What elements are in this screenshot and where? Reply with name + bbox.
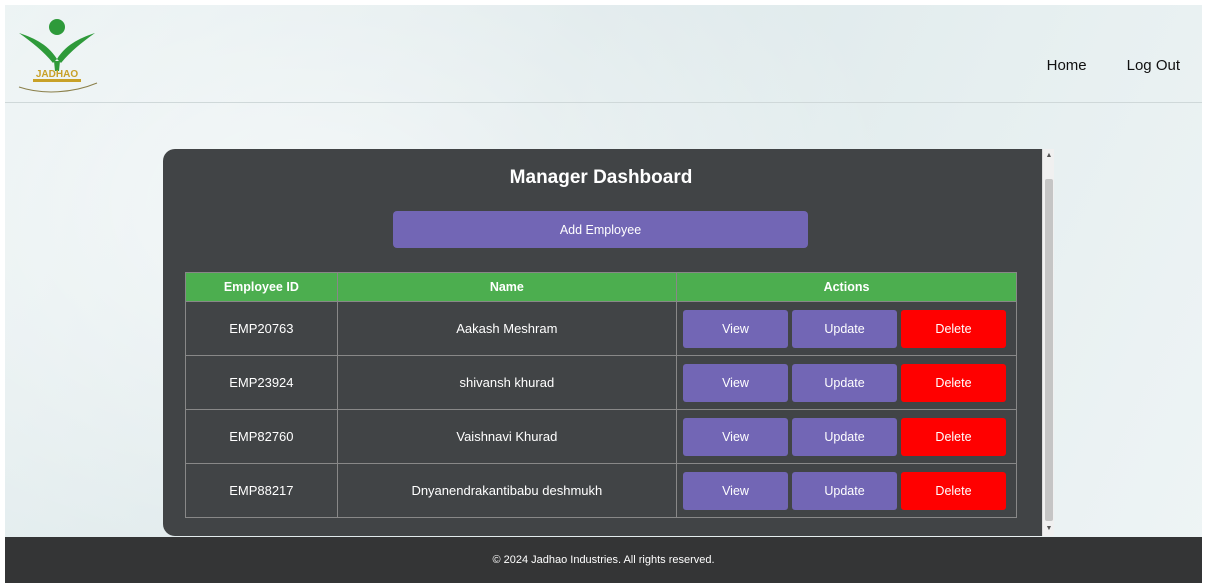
employee-id-cell: EMP20763 bbox=[185, 301, 338, 356]
logo-text: JADHAO bbox=[36, 69, 78, 80]
delete-button[interactable]: Delete bbox=[901, 309, 1006, 348]
nav-logout-link[interactable]: Log Out bbox=[1127, 57, 1180, 74]
scroll-thumb[interactable] bbox=[1045, 179, 1053, 521]
footer: © 2024 Jadhao Industries. All rights res… bbox=[5, 537, 1202, 583]
actions-cell: View Update Delete bbox=[676, 301, 1017, 356]
update-button[interactable]: Update bbox=[792, 363, 897, 402]
update-button[interactable]: Update bbox=[792, 471, 897, 510]
actions-cell: View Update Delete bbox=[676, 463, 1017, 518]
actions-cell: View Update Delete bbox=[676, 409, 1017, 464]
logo-icon[interactable]: JADHAO bbox=[13, 13, 101, 97]
employee-name-cell: Dnyanendrakantibabu deshmukh bbox=[336, 463, 678, 518]
employee-id-cell: EMP88217 bbox=[185, 463, 338, 518]
view-button[interactable]: View bbox=[683, 363, 788, 402]
delete-button[interactable]: Delete bbox=[901, 471, 1006, 510]
add-employee-button[interactable]: Add Employee bbox=[393, 211, 808, 248]
scroll-up-icon[interactable]: ▲ bbox=[1043, 149, 1055, 163]
dashboard-panel: Manager Dashboard Add Employee Employee … bbox=[163, 149, 1043, 536]
view-button[interactable]: View bbox=[683, 309, 788, 348]
employee-id-cell: EMP82760 bbox=[185, 409, 338, 464]
nav: Home Log Out bbox=[1047, 57, 1180, 74]
employee-name-cell: Vaishnavi Khurad bbox=[336, 409, 678, 464]
table-row: EMP82760 Vaishnavi Khurad View Update De… bbox=[185, 409, 1017, 464]
update-button[interactable]: Update bbox=[792, 309, 897, 348]
delete-button[interactable]: Delete bbox=[901, 417, 1006, 456]
update-button[interactable]: Update bbox=[792, 417, 897, 456]
delete-button[interactable]: Delete bbox=[901, 363, 1006, 402]
table-row: EMP23924 shivansh khurad View Update Del… bbox=[185, 355, 1017, 410]
view-button[interactable]: View bbox=[683, 471, 788, 510]
employee-table: Employee ID Name Actions EMP20763 Aakash… bbox=[185, 272, 1017, 518]
employee-name-cell: Aakash Meshram bbox=[336, 301, 678, 356]
column-header-employee-id: Employee ID bbox=[185, 272, 338, 302]
column-header-actions: Actions bbox=[676, 272, 1017, 302]
view-button[interactable]: View bbox=[683, 417, 788, 456]
column-header-name: Name bbox=[336, 272, 678, 302]
table-row: EMP20763 Aakash Meshram View Update Dele… bbox=[185, 301, 1017, 356]
page-title: Manager Dashboard bbox=[509, 167, 693, 188]
table-row: EMP88217 Dnyanendrakantibabu deshmukh Vi… bbox=[185, 463, 1017, 518]
scroll-down-icon[interactable]: ▼ bbox=[1043, 522, 1055, 536]
actions-cell: View Update Delete bbox=[676, 355, 1017, 410]
employee-id-cell: EMP23924 bbox=[185, 355, 338, 410]
employee-name-cell: shivansh khurad bbox=[336, 355, 678, 410]
page: JADHAO Home Log Out Manager Dashboard Ad… bbox=[5, 5, 1202, 583]
table-header-row: Employee ID Name Actions bbox=[185, 272, 1017, 302]
panel-scrollbar[interactable]: ▲ ▼ bbox=[1042, 149, 1054, 536]
nav-home-link[interactable]: Home bbox=[1047, 57, 1087, 74]
header: JADHAO Home Log Out bbox=[5, 5, 1202, 103]
